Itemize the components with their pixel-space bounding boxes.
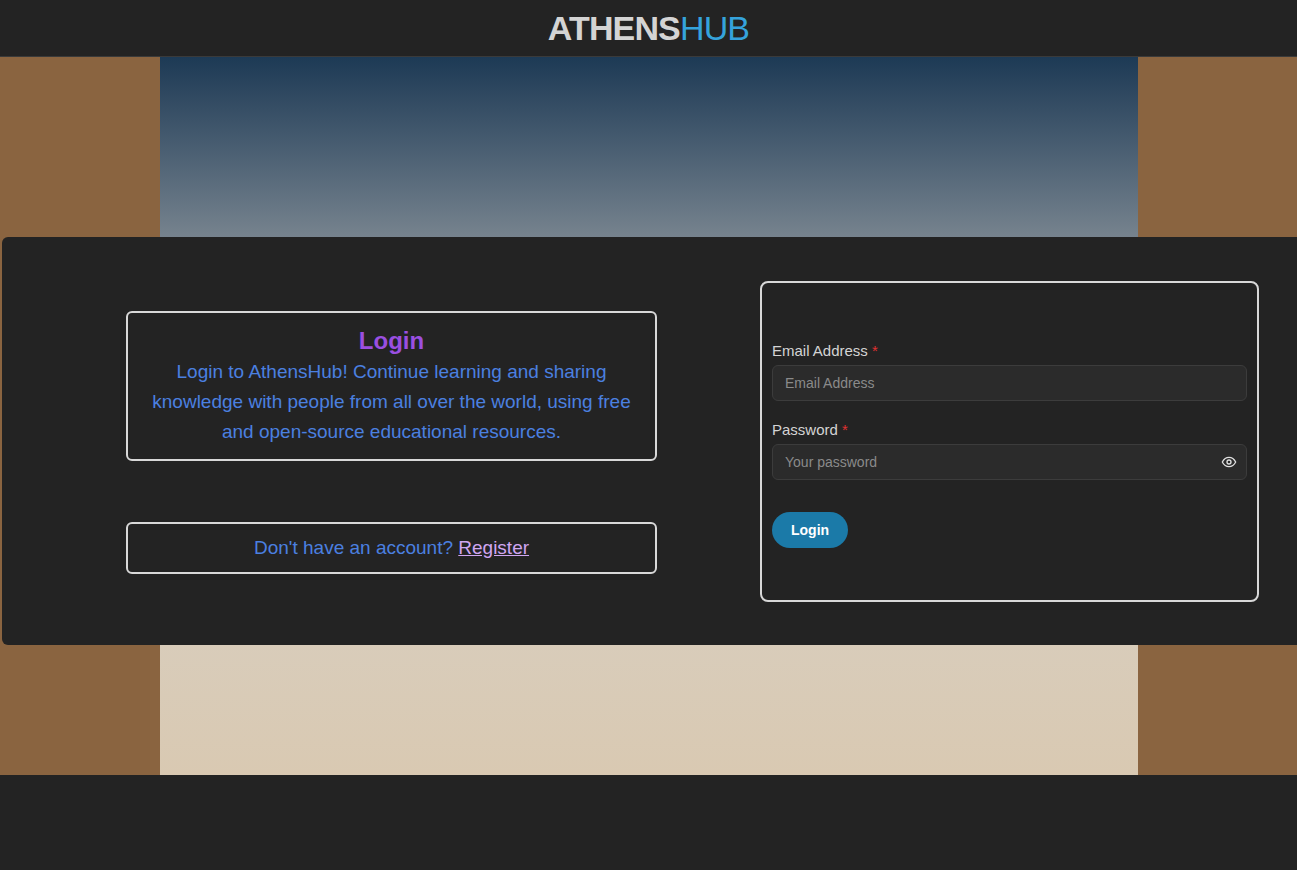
register-box: Don't have an account? Register — [126, 522, 657, 574]
intro-title: Login — [142, 325, 641, 357]
form-field: Password * — [772, 420, 1247, 480]
hero-image: LoginLogin to AthensHub! Continue learni… — [0, 57, 1297, 775]
eye-icon[interactable] — [1212, 445, 1246, 479]
intro-box: LoginLogin to AthensHub! Continue learni… — [126, 311, 657, 461]
required-mark: * — [842, 421, 848, 438]
input-box — [772, 444, 1247, 480]
login-button[interactable]: Login — [772, 512, 848, 548]
logo-right: HUB — [680, 9, 749, 47]
logo[interactable]: ATHENSHUB — [548, 11, 749, 45]
footer-area — [0, 775, 1297, 870]
login-card: LoginLogin to AthensHub! Continue learni… — [2, 237, 1297, 645]
top-bar: ATHENSHUB — [0, 0, 1297, 57]
login-form: Email Address * Password * Login — [760, 281, 1259, 602]
input-box — [772, 365, 1247, 401]
field-label: Password * — [772, 420, 1247, 440]
email-input[interactable] — [773, 366, 1246, 400]
password-input[interactable] — [773, 445, 1212, 479]
info-column: LoginLogin to AthensHub! Continue learni… — [126, 311, 657, 574]
required-mark: * — [872, 342, 878, 359]
register-prompt: Don't have an account? — [254, 537, 453, 558]
field-label: Email Address * — [772, 341, 1247, 361]
register-link[interactable]: Register — [458, 537, 529, 558]
logo-left: ATHENS — [548, 9, 680, 47]
intro-text: Login to AthensHub! Continue learning an… — [142, 357, 641, 447]
form-field: Email Address * — [772, 341, 1247, 401]
